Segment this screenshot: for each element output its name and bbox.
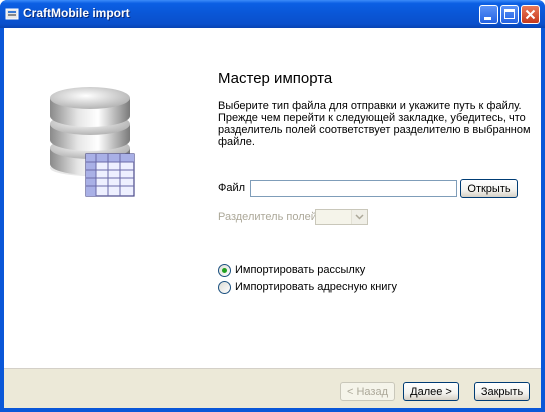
wizard-body: Мастер импорта Выберите тип файла для от… (4, 28, 541, 408)
radio-button[interactable] (218, 281, 231, 294)
import-window: CraftMobile import Мастер импорта Выбери… (0, 0, 545, 412)
next-button[interactable]: Далее > (403, 382, 459, 401)
maximize-button[interactable] (500, 5, 519, 24)
close-icon (525, 9, 536, 20)
import-addressbook-label: Импортировать адресную книгу (235, 281, 397, 293)
import-mailing-option[interactable]: Импортировать рассылку (218, 264, 418, 278)
wizard-heading: Мастер импорта (218, 70, 333, 87)
wizard-description: Выберите тип файла для отправки и укажит… (218, 100, 531, 148)
database-table-icon (50, 87, 135, 197)
maximize-icon (504, 9, 515, 19)
back-button[interactable]: < Назад (340, 382, 395, 401)
app-icon (5, 7, 19, 21)
close-button[interactable]: Закрыть (474, 382, 530, 401)
file-path-input[interactable] (250, 180, 457, 197)
chevron-down-icon (351, 210, 367, 224)
file-label: Файл (218, 182, 246, 194)
open-file-button[interactable]: Открыть (460, 179, 518, 198)
separator-select[interactable] (315, 209, 368, 225)
minimize-button[interactable] (479, 5, 498, 24)
separator-label: Разделитель полей (218, 211, 317, 223)
radio-dot (222, 268, 227, 273)
radio-button-checked[interactable] (218, 264, 231, 277)
close-window-button[interactable] (521, 5, 540, 24)
title-bar[interactable]: CraftMobile import (0, 0, 545, 28)
wizard-footer: < Назад Далее > Закрыть (4, 368, 541, 408)
import-mailing-label: Импортировать рассылку (235, 264, 366, 276)
window-title: CraftMobile import (23, 6, 130, 20)
minimize-icon (484, 17, 491, 20)
import-addressbook-option[interactable]: Импортировать адресную книгу (218, 281, 418, 295)
